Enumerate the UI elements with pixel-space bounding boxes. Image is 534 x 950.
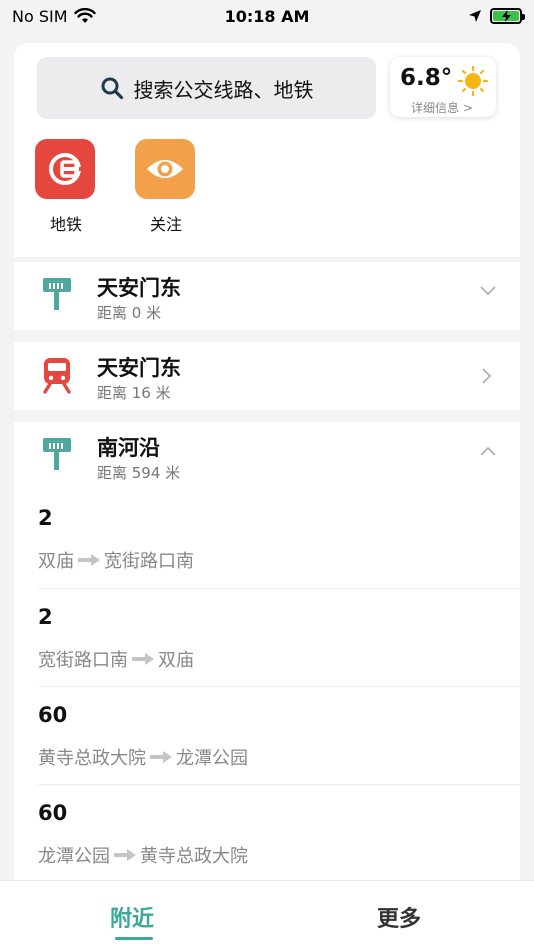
- battery-icon: [490, 8, 525, 24]
- shortcut-subway[interactable]: 地铁: [35, 139, 97, 235]
- subway-logo-icon: [49, 153, 83, 185]
- route-row[interactable]: 2 宽街路口南 双庙: [38, 588, 520, 686]
- weather-detail-link[interactable]: 详细信息 >: [411, 99, 473, 116]
- station-name: 天安门东: [97, 356, 181, 380]
- search-input[interactable]: 搜索公交线路、地铁: [37, 57, 376, 119]
- station-header[interactable]: 天安门东 距离 16 米: [14, 342, 520, 410]
- wifi-icon: [73, 8, 96, 23]
- location-arrow-icon: [469, 10, 481, 22]
- arrow-right-icon: [78, 554, 100, 566]
- route-number: 2: [38, 506, 53, 530]
- tab-bar: 附近 更多: [0, 880, 534, 950]
- station-name: 天安门东: [97, 276, 181, 300]
- arrow-right-icon: [132, 653, 154, 665]
- shortcut-follow[interactable]: 关注: [135, 139, 197, 235]
- charging-bolt-icon: [501, 10, 511, 22]
- station-header[interactable]: 天安门东 距离 0 米: [14, 262, 520, 330]
- weather-widget[interactable]: 6.8° 详细信息 >: [390, 57, 496, 117]
- station-name: 南河沿: [97, 436, 160, 460]
- station-card[interactable]: 天安门东 距离 0 米: [14, 262, 520, 330]
- route-number: 60: [38, 703, 68, 727]
- route-from: 龙潭公园: [38, 846, 110, 867]
- route-from: 黄寺总政大院: [38, 748, 146, 769]
- top-card: 搜索公交线路、地铁 6.8° 详细信息 > 地铁 关注: [14, 43, 520, 257]
- tab-active-indicator: [115, 937, 153, 940]
- route-direction: 龙潭公园 黄寺总政大院: [38, 842, 248, 868]
- route-number: 60: [38, 801, 68, 825]
- station-header[interactable]: 南河沿 距离 594 米: [14, 422, 520, 490]
- route-to: 宽街路口南: [104, 551, 194, 572]
- route-from: 双庙: [38, 551, 74, 572]
- route-direction: 宽街路口南 双庙: [38, 646, 194, 672]
- route-direction: 双庙 宽街路口南: [38, 547, 194, 573]
- route-direction: 黄寺总政大院 龙潭公园: [38, 744, 248, 770]
- shortcut-label: 关注: [149, 215, 182, 234]
- route-to: 双庙: [158, 650, 194, 671]
- search-icon: [101, 77, 123, 100]
- tab-nearby[interactable]: 附近: [110, 901, 154, 933]
- search-placeholder: 搜索公交线路、地铁: [133, 77, 314, 102]
- bus-stop-icon: [43, 278, 71, 310]
- follow-tile[interactable]: [135, 139, 195, 199]
- route-row[interactable]: 60 龙潭公园 黄寺总政大院: [38, 784, 520, 882]
- station-distance: 距离 0 米: [97, 304, 162, 322]
- route-row[interactable]: 60 黄寺总政大院 龙潭公园: [38, 686, 520, 784]
- arrow-right-icon: [150, 751, 172, 763]
- carrier-label: No SIM: [12, 6, 68, 26]
- station-card[interactable]: 天安门东 距离 16 米: [14, 342, 520, 410]
- status-left: No SIM: [12, 7, 96, 26]
- status-bar: No SIM 10:18 AM: [0, 0, 534, 32]
- route-to: 龙潭公园: [176, 748, 248, 769]
- arrow-right-icon: [114, 849, 136, 861]
- route-row[interactable]: 2 双庙 宽街路口南: [38, 490, 520, 588]
- subway-train-icon: [43, 358, 71, 394]
- route-number: 2: [38, 605, 53, 629]
- battery-fill: [493, 10, 519, 22]
- eye-icon: [147, 160, 183, 178]
- chevron-up-icon[interactable]: [480, 446, 496, 456]
- chevron-right-icon[interactable]: [482, 368, 492, 384]
- shortcut-label: 地铁: [49, 215, 82, 234]
- station-card-expanded[interactable]: 南河沿 距离 594 米 2 双庙 宽街路口南 2 宽街路口南 双庙 60 黄寺…: [14, 422, 520, 880]
- tab-more[interactable]: 更多: [377, 901, 421, 933]
- sun-icon: [458, 66, 488, 96]
- subway-tile[interactable]: [35, 139, 95, 199]
- bus-stop-icon: [43, 438, 71, 470]
- route-from: 宽街路口南: [38, 650, 128, 671]
- chevron-down-icon[interactable]: [480, 286, 496, 296]
- status-right: [468, 8, 525, 24]
- route-to: 黄寺总政大院: [140, 846, 248, 867]
- weather-temperature: 6.8°: [400, 65, 453, 91]
- station-distance: 距离 594 米: [97, 464, 181, 482]
- station-distance: 距离 16 米: [97, 384, 171, 402]
